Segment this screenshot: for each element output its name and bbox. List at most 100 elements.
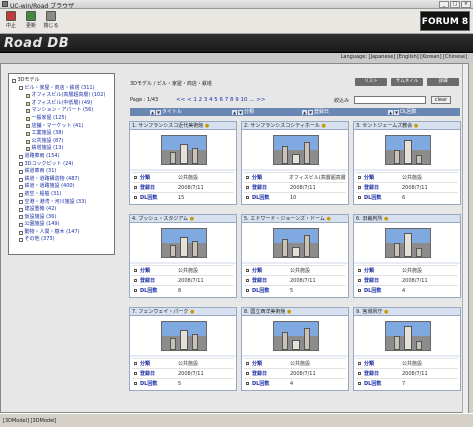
bullet-icon	[246, 269, 249, 272]
minimize-icon[interactable]: _	[439, 1, 449, 8]
detail-view-button[interactable]: 詳細	[427, 78, 459, 86]
language-links[interactable]: Language: [Japanese] [English] [Korean] …	[341, 54, 467, 60]
close-window-icon[interactable]: ×	[461, 1, 471, 8]
tree-item[interactable]: 道路車両 (154)	[12, 153, 114, 161]
tree-item[interactable]: オフィスビル(中低層) (49)	[12, 100, 114, 108]
model-card[interactable]: 7. フェンウェイ・パーク ● 分類 公共施設 登録日 2008/7/11 DL回数 5	[129, 307, 237, 391]
expand-icon[interactable]	[19, 86, 23, 91]
info-icon[interactable]: ●	[326, 216, 330, 222]
card-title[interactable]: 9. 宮城県庁 ●	[354, 308, 460, 316]
card-title[interactable]: 6. 旧裁判所 ●	[354, 215, 460, 223]
expand-icon[interactable]	[19, 169, 23, 174]
sort-date[interactable]: ▲ ▼ 登録日	[302, 108, 329, 116]
tree-item-label: 一般家屋 (125)	[31, 114, 67, 121]
bullet-icon	[246, 382, 249, 385]
tree-item[interactable]: 工業施設 (38)	[12, 130, 114, 138]
expand-icon[interactable]	[19, 215, 23, 220]
sort-category[interactable]: ▲ ▼ 分類	[232, 108, 254, 116]
model-thumbnail[interactable]	[385, 228, 431, 258]
expand-icon[interactable]	[19, 238, 23, 243]
model-card[interactable]: 9. 宮城県庁 ● 分類 公共施設 登録日 2008/7/11 DL回数 7	[353, 307, 461, 391]
maximize-icon[interactable]: □	[450, 1, 460, 8]
filter-input[interactable]	[354, 96, 426, 104]
model-card[interactable]: 2. サンフランシスコシティホール ● 分類 オフィスビル(高層超高層) 登録日 200…	[241, 121, 349, 205]
meta-value: 公共施設	[178, 361, 199, 367]
tree-item[interactable]: マンション・アパート (56)	[12, 107, 114, 115]
info-icon[interactable]: ●	[190, 216, 194, 222]
tree-item[interactable]: 航空・船舶 (31)	[12, 191, 114, 199]
folder-icon	[26, 116, 30, 121]
tree-item[interactable]: 3Dモデル	[12, 77, 114, 85]
model-thumbnail[interactable]	[273, 135, 319, 165]
model-card[interactable]: 6. 旧裁判所 ● 分類 公共施設 登録日 2008/7/11 DL回数 4	[353, 214, 461, 298]
sort-downloads[interactable]: ▲ ▼ DL回数	[388, 108, 417, 116]
close-button[interactable]: 閉じる	[42, 10, 60, 32]
meta-row-date: 登録日 2008/7/11	[356, 275, 458, 285]
expand-icon[interactable]	[19, 230, 23, 235]
tree-item[interactable]: 一般家屋 (125)	[12, 115, 114, 123]
model-card[interactable]: 1. サンフランシスコ近代美術館 ● 分類 公共施設 登録日 2008/7/11 DL回数…	[129, 121, 237, 205]
model-card[interactable]: 5. エドワード・ジョーンズ・ドーム ● 分類 公共施設 登録日 2008/7/11 DL…	[241, 214, 349, 298]
expand-icon[interactable]	[19, 177, 23, 182]
model-thumbnail[interactable]	[161, 321, 207, 351]
tree-item[interactable]: 公園施設 (149)	[12, 221, 114, 229]
info-icon[interactable]: ●	[384, 309, 388, 315]
info-icon[interactable]: ●	[322, 123, 326, 129]
info-icon[interactable]: ●	[384, 216, 388, 222]
page-navigation[interactable]: << < 1 2 3 4 5 6 7 8 9 10 ... >>	[176, 97, 266, 103]
vertical-scrollbar[interactable]	[462, 64, 468, 414]
card-title[interactable]: 4. ブッシュ・スタジアム ●	[130, 215, 236, 223]
model-thumbnail[interactable]	[385, 135, 431, 165]
expand-icon[interactable]	[19, 200, 23, 205]
tree-item[interactable]: 店舗・マーケット (41)	[12, 123, 114, 131]
model-card[interactable]: 8. 国立西洋美術館 ● 分類 公共施設 登録日 2008/7/11 DL回数 4	[241, 307, 349, 391]
model-card[interactable]: 4. ブッシュ・スタジアム ● 分類 公共施設 登録日 2008/7/11 DL回数 8	[129, 214, 237, 298]
tree-item[interactable]: オフィスビル(高層超高層) (102)	[12, 92, 114, 100]
tree-item[interactable]: 公共施設 (87)	[12, 138, 114, 146]
tree-item[interactable]: その他 (373)	[12, 236, 114, 244]
card-title[interactable]: 8. 国立西洋美術館 ●	[242, 308, 348, 316]
sort-title[interactable]: ▲ ▼ タイトル	[150, 108, 182, 116]
tree-item[interactable]: 3Dコックピット (24)	[12, 161, 114, 169]
expand-icon[interactable]	[12, 78, 16, 83]
expand-icon[interactable]	[19, 207, 23, 212]
meta-row-category: 分類 公共施設	[356, 265, 458, 275]
expand-icon[interactable]	[19, 162, 23, 167]
card-title[interactable]: 2. サンフランシスコシティホール ●	[242, 122, 348, 130]
model-card[interactable]: 3. セントジェームズ教会 ● 分類 公共施設 登録日 2008/7/11 DL回数 6	[353, 121, 461, 205]
model-thumbnail[interactable]	[161, 135, 207, 165]
bullet-icon	[358, 196, 361, 199]
info-icon[interactable]: ●	[205, 123, 209, 129]
thumbnail-view-button[interactable]: サムネイル	[391, 78, 423, 86]
refresh-button[interactable]: 更新	[22, 10, 40, 32]
tree-item[interactable]: 鉄道・道路施設 (400)	[12, 183, 114, 191]
bullet-icon	[358, 279, 361, 282]
model-thumbnail[interactable]	[273, 228, 319, 258]
tree-item[interactable]: 空港・港湾・河川施設 (33)	[12, 199, 114, 207]
info-icon[interactable]: ●	[190, 309, 194, 315]
clear-button[interactable]: clear	[431, 96, 451, 104]
status-text: [3DModel] [3DModel]	[3, 418, 57, 424]
tree-item[interactable]: 鉄道車両 (31)	[12, 168, 114, 176]
tree-item[interactable]: 建設重機 (42)	[12, 206, 114, 214]
card-title[interactable]: 7. フェンウェイ・パーク ●	[130, 308, 236, 316]
expand-icon[interactable]	[19, 223, 23, 228]
model-thumbnail[interactable]	[273, 321, 319, 351]
model-thumbnail[interactable]	[161, 228, 207, 258]
card-title[interactable]: 5. エドワード・ジョーンズ・ドーム ●	[242, 215, 348, 223]
thumb-building	[282, 332, 288, 350]
info-icon[interactable]: ●	[414, 123, 418, 129]
expand-icon[interactable]	[19, 154, 23, 159]
card-title[interactable]: 1. サンフランシスコ近代美術館 ●	[130, 122, 236, 130]
info-icon[interactable]: ●	[287, 309, 291, 315]
expand-icon[interactable]	[19, 185, 23, 190]
window-controls: _ □ ×	[439, 1, 471, 8]
sort-arrow-icon: ▼	[394, 109, 399, 115]
model-thumbnail[interactable]	[385, 321, 431, 351]
card-title[interactable]: 3. セントジェームズ教会 ●	[354, 122, 460, 130]
list-view-button[interactable]: リスト	[355, 78, 387, 86]
tree-item[interactable]: 鉄塔施設 (13)	[12, 145, 114, 153]
folder-icon	[26, 109, 30, 114]
stop-button[interactable]: 中止	[2, 10, 20, 32]
expand-icon[interactable]	[19, 192, 23, 197]
